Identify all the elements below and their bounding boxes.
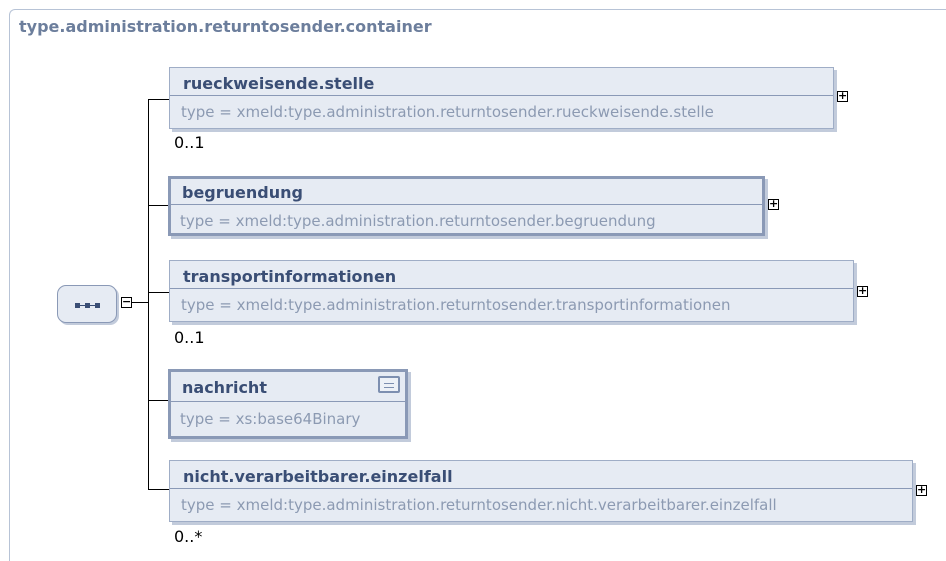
divider [171,401,405,402]
divider [170,95,833,96]
element-name: rueckweisende.stelle [183,74,375,93]
documentation-icon [378,376,400,393]
connector-branch [148,205,169,206]
divider [170,288,853,289]
connector-trunk [148,99,149,489]
element-name: transportinformationen [183,267,397,286]
element-rueckweisende-stelle[interactable]: rueckweisende.stelle type = xmeld:type.a… [169,67,834,129]
element-type: type = xs:base64Binary [180,410,361,428]
sequence-compositor[interactable] [57,285,117,323]
connector-branch [148,99,169,100]
sequence-dot-icon [95,303,100,308]
connector-branch [148,489,169,490]
element-type: type = xmeld:type.administration.returnt… [180,212,656,230]
container-title: type.administration.returntosender.conta… [19,17,432,36]
cardinality-label: 0..1 [174,133,205,152]
expand-toggle[interactable]: + [916,484,927,496]
element-name: nachricht [182,378,267,397]
connector-line [132,302,148,303]
element-transportinformationen[interactable]: transportinformationen type = xmeld:type… [169,260,854,322]
expand-toggle[interactable]: + [857,285,868,297]
connector-branch [148,292,169,293]
element-type: type = xmeld:type.administration.returnt… [181,496,777,514]
expand-toggle[interactable]: + [837,90,848,102]
cardinality-label: 0..* [174,527,203,546]
divider [171,204,762,205]
connector-branch [148,400,169,401]
collapse-toggle[interactable]: − [121,296,132,308]
doc-line [384,383,394,384]
element-nicht-verarbeitbarer-einzelfall[interactable]: nicht.verarbeitbarer.einzelfall type = x… [169,460,913,522]
element-type: type = xmeld:type.administration.returnt… [181,103,714,121]
element-name: begruendung [182,183,303,202]
element-name: nicht.verarbeitbarer.einzelfall [183,467,453,486]
divider [170,488,912,489]
expand-toggle[interactable]: + [768,198,779,210]
cardinality-label: 0..1 [174,328,205,347]
element-nachricht[interactable]: nachricht type = xs:base64Binary [168,369,408,439]
doc-line [384,387,394,388]
element-begruendung[interactable]: begruendung type = xmeld:type.administra… [168,176,765,236]
element-type: type = xmeld:type.administration.returnt… [181,296,731,314]
